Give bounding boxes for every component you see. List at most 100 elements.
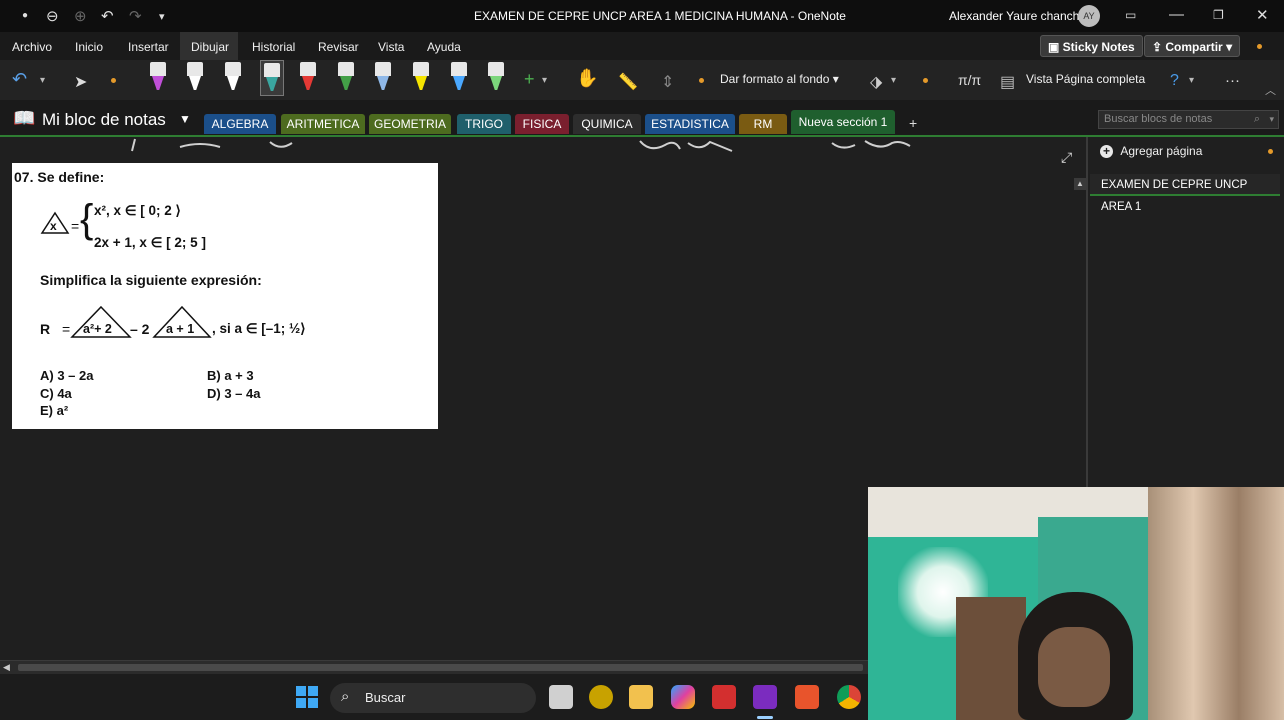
pen-tool-icon[interactable] bbox=[147, 60, 169, 92]
search-icon[interactable]: ⌕ bbox=[1254, 111, 1260, 128]
pen-body bbox=[451, 62, 467, 76]
section-tab[interactable]: GEOMETRIA bbox=[369, 114, 451, 134]
chevron-down-icon[interactable]: ▼ bbox=[179, 112, 191, 126]
pen-color-swatch bbox=[453, 76, 465, 90]
copilot-icon[interactable] bbox=[671, 685, 695, 709]
back-icon[interactable]: ⊖ bbox=[46, 7, 59, 25]
full-page-icon[interactable]: ▤ bbox=[1000, 72, 1015, 92]
scroll-left-icon[interactable]: ◀ bbox=[3, 662, 10, 673]
space-insert-icon[interactable]: ⇕ bbox=[661, 72, 674, 92]
chevron-down-icon: ▾ bbox=[1222, 40, 1233, 54]
menu-revisar[interactable]: Revisar bbox=[318, 40, 359, 54]
ruler-icon[interactable]: 📏 bbox=[618, 72, 638, 92]
section-tab[interactable]: ARITMETICA bbox=[281, 114, 365, 134]
dot-menu-icon[interactable]: ● bbox=[22, 10, 28, 21]
close-icon[interactable]: ✕ bbox=[1256, 6, 1269, 24]
pen-tool-icon[interactable] bbox=[372, 60, 394, 92]
title-bar: ● ⊖ ⊕ ↶ ↷ ▾ EXAMEN DE CEPRE UNCP AREA 1 … bbox=[0, 0, 1284, 32]
add-section-icon[interactable]: + bbox=[909, 115, 917, 131]
brave-browser-icon[interactable] bbox=[795, 685, 819, 709]
undo-icon[interactable]: ↶ bbox=[101, 7, 114, 25]
user-name[interactable]: Alexander Yaure chancha bbox=[949, 9, 1086, 23]
expand-icon[interactable]: ⤢ bbox=[1061, 149, 1072, 166]
chevron-down-icon[interactable]: ▾ bbox=[1269, 111, 1274, 128]
fullscreen-icon[interactable]: ▭ bbox=[1125, 8, 1136, 22]
instruction: Simplifica la siguiente expresión: bbox=[40, 272, 262, 288]
menu-dibujar[interactable]: Dibujar bbox=[191, 40, 229, 54]
select-cursor-icon[interactable]: ➤ bbox=[74, 72, 87, 92]
add-pen-icon[interactable]: + bbox=[524, 69, 535, 90]
menu-inicio[interactable]: Inicio bbox=[75, 40, 103, 54]
format-background-button[interactable]: Dar formato al fondo ▾ bbox=[720, 72, 839, 86]
pages-panel: + Agregar página ▲ EXAMEN DE CEPRE UNCP … bbox=[1074, 137, 1284, 487]
pen-tool-icon[interactable] bbox=[297, 60, 319, 92]
collapse-ribbon-icon[interactable]: ︿ bbox=[1265, 82, 1276, 98]
avatar[interactable]: AY bbox=[1078, 5, 1100, 27]
math-pi-icon[interactable]: π/π bbox=[958, 72, 981, 88]
section-tab[interactable]: ALGEBRA bbox=[204, 114, 276, 134]
chevron-down-icon[interactable]: ▾ bbox=[40, 75, 45, 86]
section-tab[interactable]: ESTADISTICA bbox=[645, 114, 735, 134]
redo-icon[interactable]: ↷ bbox=[129, 7, 142, 25]
pen-tool-icon[interactable] bbox=[260, 60, 284, 96]
menu-ayuda[interactable]: Ayuda bbox=[427, 40, 461, 54]
pen-body bbox=[375, 62, 391, 76]
chevron-down-icon[interactable]: ▾ bbox=[542, 75, 547, 86]
webcam-curtain bbox=[1148, 487, 1284, 720]
pen-color-swatch bbox=[377, 76, 389, 90]
scrollbar-thumb[interactable] bbox=[18, 664, 863, 671]
sticky-notes-button[interactable]: ▣ Sticky Notes bbox=[1040, 35, 1143, 57]
vivaldi-app-icon[interactable] bbox=[589, 685, 613, 709]
windows-start-icon[interactable] bbox=[296, 686, 318, 708]
page-list-item[interactable]: EXAMEN DE CEPRE UNCP AREA 1 bbox=[1090, 174, 1280, 213]
section-tab[interactable]: FISICA bbox=[515, 114, 569, 134]
hand-pan-icon[interactable]: ✋ bbox=[576, 68, 598, 89]
onenote-app-icon[interactable] bbox=[753, 685, 777, 709]
quick-access-dropdown-icon[interactable]: ▾ bbox=[159, 10, 165, 23]
draw-ribbon: ↶ ▾ ➤ + ▾ ✋ 📏 ⇕ Dar formato al fondo ▾ ⬗… bbox=[0, 60, 1284, 100]
file-explorer-icon[interactable] bbox=[629, 685, 653, 709]
ink-to-shape-icon[interactable]: ⬗ bbox=[870, 72, 882, 92]
chevron-down-icon[interactable]: ▾ bbox=[1189, 75, 1194, 86]
scroll-up-icon[interactable]: ▲ bbox=[1074, 178, 1086, 190]
wps-office-icon[interactable] bbox=[712, 685, 736, 709]
undo-icon[interactable]: ↶ bbox=[12, 69, 27, 90]
notebook-name[interactable]: Mi bloc de notas bbox=[42, 110, 166, 130]
notebook-search-input[interactable]: Buscar blocs de notas ⌕ ▾ bbox=[1098, 110, 1279, 129]
pen-tool-icon[interactable] bbox=[448, 60, 470, 92]
add-page-button[interactable]: + Agregar página bbox=[1100, 144, 1202, 158]
menu-archivo[interactable]: Archivo bbox=[12, 40, 52, 54]
option-d: D) 3 – 4a bbox=[207, 386, 261, 401]
ribbon-dot-icon bbox=[699, 78, 704, 83]
webcam-face bbox=[1038, 627, 1110, 707]
section-tab[interactable]: TRIGO bbox=[457, 114, 511, 134]
help-icon[interactable]: ? bbox=[1170, 72, 1179, 90]
add-page-label: Agregar página bbox=[1120, 144, 1203, 158]
chevron-down-icon[interactable]: ▾ bbox=[891, 75, 896, 86]
pen-tool-icon[interactable] bbox=[184, 60, 206, 92]
horizontal-scrollbar[interactable]: ◀ bbox=[0, 660, 868, 675]
case-1: x², x ∈ [ 0; 2 ⟩ bbox=[94, 203, 181, 218]
minimize-icon[interactable]: — bbox=[1169, 6, 1184, 23]
pen-tool-icon[interactable] bbox=[222, 60, 244, 92]
pen-tool-icon[interactable] bbox=[485, 60, 507, 92]
lasso-dot-icon[interactable] bbox=[111, 78, 116, 83]
menu-insertar[interactable]: Insertar bbox=[128, 40, 169, 54]
menu-historial[interactable]: Historial bbox=[252, 40, 295, 54]
forward-icon[interactable]: ⊕ bbox=[74, 7, 87, 25]
pen-tool-icon[interactable] bbox=[410, 60, 432, 92]
section-tab[interactable]: Nueva sección 1 bbox=[791, 110, 895, 134]
section-tab[interactable]: RM bbox=[739, 114, 787, 134]
chrome-icon[interactable] bbox=[837, 685, 861, 709]
taskbar-search-input[interactable]: ⌕ Buscar bbox=[330, 683, 536, 713]
expression-r: R bbox=[40, 321, 51, 337]
more-options-icon[interactable]: ··· bbox=[1225, 72, 1240, 89]
section-tab[interactable]: QUIMICA bbox=[573, 114, 641, 134]
webcam-furniture bbox=[956, 597, 1026, 720]
restore-icon[interactable]: ❐ bbox=[1213, 8, 1224, 22]
share-button[interactable]: ⇪ Compartir ▾ bbox=[1144, 35, 1241, 57]
menu-vista[interactable]: Vista bbox=[378, 40, 404, 54]
full-page-view-button[interactable]: Vista Página completa bbox=[1026, 72, 1145, 86]
task-view-icon[interactable] bbox=[549, 685, 573, 709]
pen-tool-icon[interactable] bbox=[335, 60, 357, 92]
